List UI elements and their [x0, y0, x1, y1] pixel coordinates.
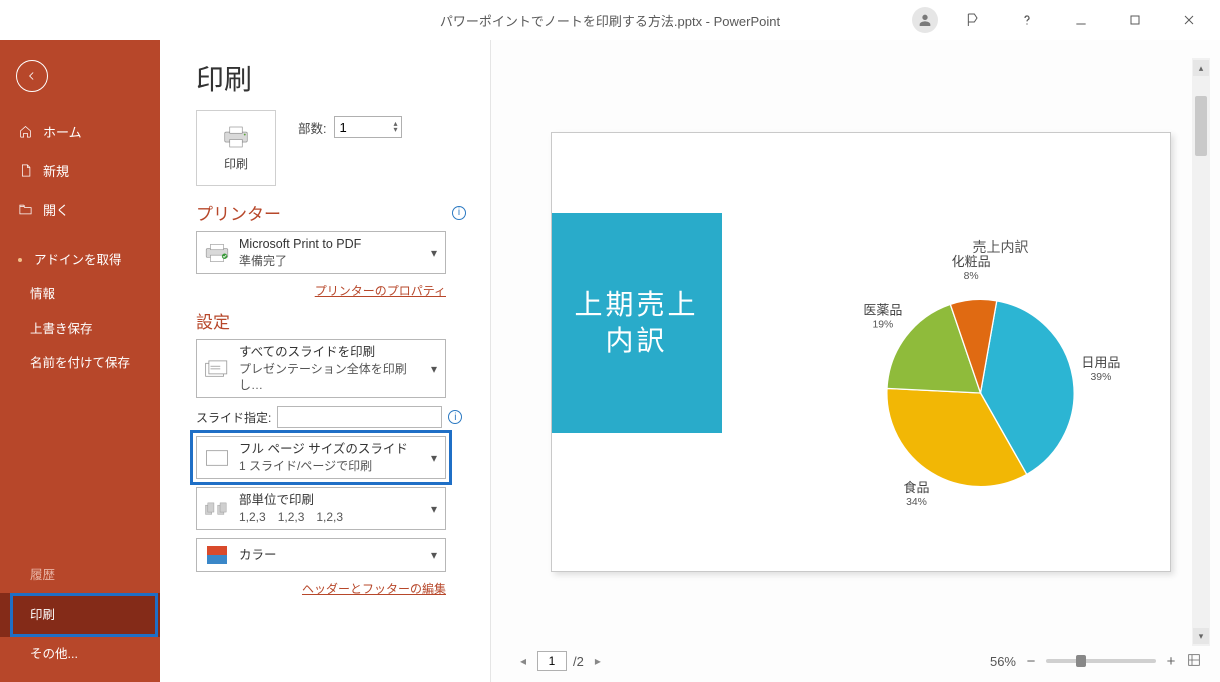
- sidebar-item-more[interactable]: その他...: [0, 637, 160, 682]
- preview-canvas: 上期売上 内訳 売上内訳 日用品 39% 食品 34% 医薬品 19% 化粧品 8% ▴ ▾: [511, 58, 1210, 646]
- layout-dropdown[interactable]: フル ページ サイズのスライド 1 スライド/ページで印刷 ▾: [196, 436, 446, 479]
- maximize-button[interactable]: [1112, 0, 1158, 40]
- scroll-down-button[interactable]: ▾: [1193, 628, 1209, 644]
- printer-dropdown[interactable]: Microsoft Print to PDF 準備完了 ▾: [196, 231, 446, 274]
- edit-header-footer-link[interactable]: ヘッダーとフッターの編集: [302, 582, 446, 596]
- zoom-in-button[interactable]: +: [1164, 653, 1178, 670]
- spinner-arrows-icon: ▴▾: [393, 121, 397, 133]
- color-main: カラー: [239, 547, 421, 564]
- sidebar-item-home[interactable]: ホーム: [0, 112, 160, 151]
- print-range-sub: プレゼンテーション全体を印刷し…: [239, 361, 421, 393]
- zoom-slider[interactable]: [1046, 659, 1156, 663]
- pie-slice-value: 39%: [1090, 372, 1111, 383]
- sidebar-item-new[interactable]: 新規: [0, 151, 160, 190]
- sidebar-label-new: 新規: [43, 161, 69, 180]
- fit-to-window-button[interactable]: [1186, 652, 1202, 671]
- scrollbar-thumb[interactable]: [1195, 96, 1207, 156]
- slide-title-text: 上期売上 内訳: [574, 287, 698, 360]
- slide-title-band: 上期売上 内訳: [552, 213, 722, 433]
- collation-dropdown[interactable]: 部単位で印刷 1,2,3 1,2,3 1,2,3 ▾: [196, 487, 446, 530]
- layout-main: フル ページ サイズのスライド: [239, 441, 421, 458]
- copies-label: 部数:: [298, 118, 326, 137]
- sidebar-item-info[interactable]: 情報: [0, 277, 160, 311]
- account-avatar[interactable]: [912, 7, 938, 33]
- sidebar-label-home: ホーム: [43, 122, 82, 141]
- collation-sub: 1,2,3 1,2,3 1,2,3: [239, 509, 421, 525]
- slide-range-label: スライド指定:: [196, 409, 271, 426]
- pie-chart: 日用品39%食品34%医薬品19%化粧品8%: [842, 263, 1132, 523]
- print-range-main: すべてのスライドを印刷: [239, 344, 421, 361]
- sidebar-item-print[interactable]: 印刷: [0, 593, 160, 637]
- pie-slice-value: 19%: [872, 319, 893, 330]
- copies-spinner[interactable]: 1 ▴▾: [334, 116, 402, 138]
- preview-vertical-scrollbar[interactable]: ▴ ▾: [1192, 58, 1210, 646]
- chevron-down-icon: ▾: [429, 246, 439, 260]
- print-preview-panel: 上期売上 内訳 売上内訳 日用品39%食品34%医薬品19%化粧品8% ▴ ▾ …: [490, 40, 1220, 682]
- next-page-button[interactable]: ▸: [590, 651, 606, 671]
- print-range-dropdown[interactable]: すべてのスライドを印刷 プレゼンテーション全体を印刷し… ▾: [196, 339, 446, 398]
- sidebar-label-open: 開く: [43, 200, 69, 219]
- chevron-down-icon: ▾: [429, 451, 439, 465]
- printer-info-icon[interactable]: i: [452, 206, 466, 220]
- chevron-down-icon: ▾: [429, 502, 439, 516]
- page-title: 印刷: [196, 58, 466, 98]
- prev-page-button[interactable]: ◂: [515, 651, 531, 671]
- back-button[interactable]: [16, 60, 48, 92]
- copies-value: 1: [339, 120, 346, 135]
- printer-status: 準備完了: [239, 253, 421, 269]
- sidebar-item-save-as[interactable]: 名前を付けて保存: [0, 346, 160, 380]
- slide-preview-page: 上期売上 内訳 売上内訳 日用品 39% 食品 34% 医薬品 19% 化粧品 8%: [551, 132, 1171, 572]
- print-settings-panel: 印刷 印刷 部数: 1 ▴▾ プリンター i Microsoft: [160, 40, 490, 682]
- color-dropdown[interactable]: カラー ▾: [196, 538, 446, 572]
- section-title-settings: 設定: [196, 308, 466, 333]
- print-button-label: 印刷: [224, 155, 248, 172]
- sidebar-item-history[interactable]: 履歴: [0, 558, 160, 592]
- pie-slice-label: 日用品: [1081, 355, 1120, 370]
- zoom-slider-knob[interactable]: [1076, 655, 1086, 667]
- title-bar: パワーポイントでノートを印刷する方法.pptx - PowerPoint: [0, 0, 1220, 40]
- section-title-printer: プリンター i: [196, 200, 466, 225]
- pie-slice-label: 医薬品: [863, 302, 902, 317]
- collation-main: 部単位で印刷: [239, 492, 421, 509]
- print-button[interactable]: 印刷: [196, 110, 276, 186]
- color-swatch-icon: [203, 543, 231, 567]
- pie-slice-value: 34%: [906, 497, 927, 508]
- printer-icon: [203, 241, 231, 265]
- chevron-down-icon: ▾: [429, 548, 439, 562]
- current-page-input[interactable]: [537, 651, 567, 671]
- sidebar-item-open[interactable]: 開く: [0, 190, 160, 229]
- slide-range-input[interactable]: [277, 406, 442, 428]
- scroll-up-button[interactable]: ▴: [1193, 60, 1209, 76]
- chart-title: 売上内訳: [872, 237, 1130, 257]
- slides-stack-icon: [203, 357, 231, 381]
- coming-soon-icon[interactable]: [950, 0, 996, 40]
- zoom-value: 56%: [990, 654, 1016, 669]
- chevron-down-icon: ▾: [429, 362, 439, 376]
- zoom-out-button[interactable]: −: [1024, 653, 1038, 670]
- full-page-slide-icon: [203, 446, 231, 470]
- printer-properties-link[interactable]: プリンターのプロパティ: [315, 284, 446, 298]
- new-indicator-dot: [18, 258, 22, 262]
- preview-footer: ◂ /2 ▸ 56% − +: [511, 646, 1210, 676]
- titlebar-right-cluster: [912, 0, 1220, 40]
- sidebar-item-save[interactable]: 上書き保存: [0, 312, 160, 346]
- sidebar-label-addins: アドインを取得: [34, 252, 122, 268]
- page-total: /2: [573, 654, 584, 669]
- pie-slice-label: 食品: [903, 480, 929, 495]
- pie-slice-value: 8%: [963, 271, 978, 282]
- printer-name: Microsoft Print to PDF: [239, 236, 421, 253]
- window-title: パワーポイントでノートを印刷する方法.pptx - PowerPoint: [440, 11, 780, 30]
- slide-range-info-icon[interactable]: i: [448, 410, 462, 424]
- collate-icon: [203, 497, 231, 521]
- backstage-sidebar: ホーム 新規 開く アドインを取得 情報 上書き保存 名前を付けて保存 履歴 印…: [0, 40, 160, 682]
- help-button[interactable]: [1004, 0, 1050, 40]
- close-button[interactable]: [1166, 0, 1212, 40]
- pie-slice-label: 化粧品: [951, 254, 990, 269]
- minimize-button[interactable]: [1058, 0, 1104, 40]
- layout-sub: 1 スライド/ページで印刷: [239, 458, 421, 474]
- sidebar-item-get-addins[interactable]: アドインを取得: [0, 243, 160, 277]
